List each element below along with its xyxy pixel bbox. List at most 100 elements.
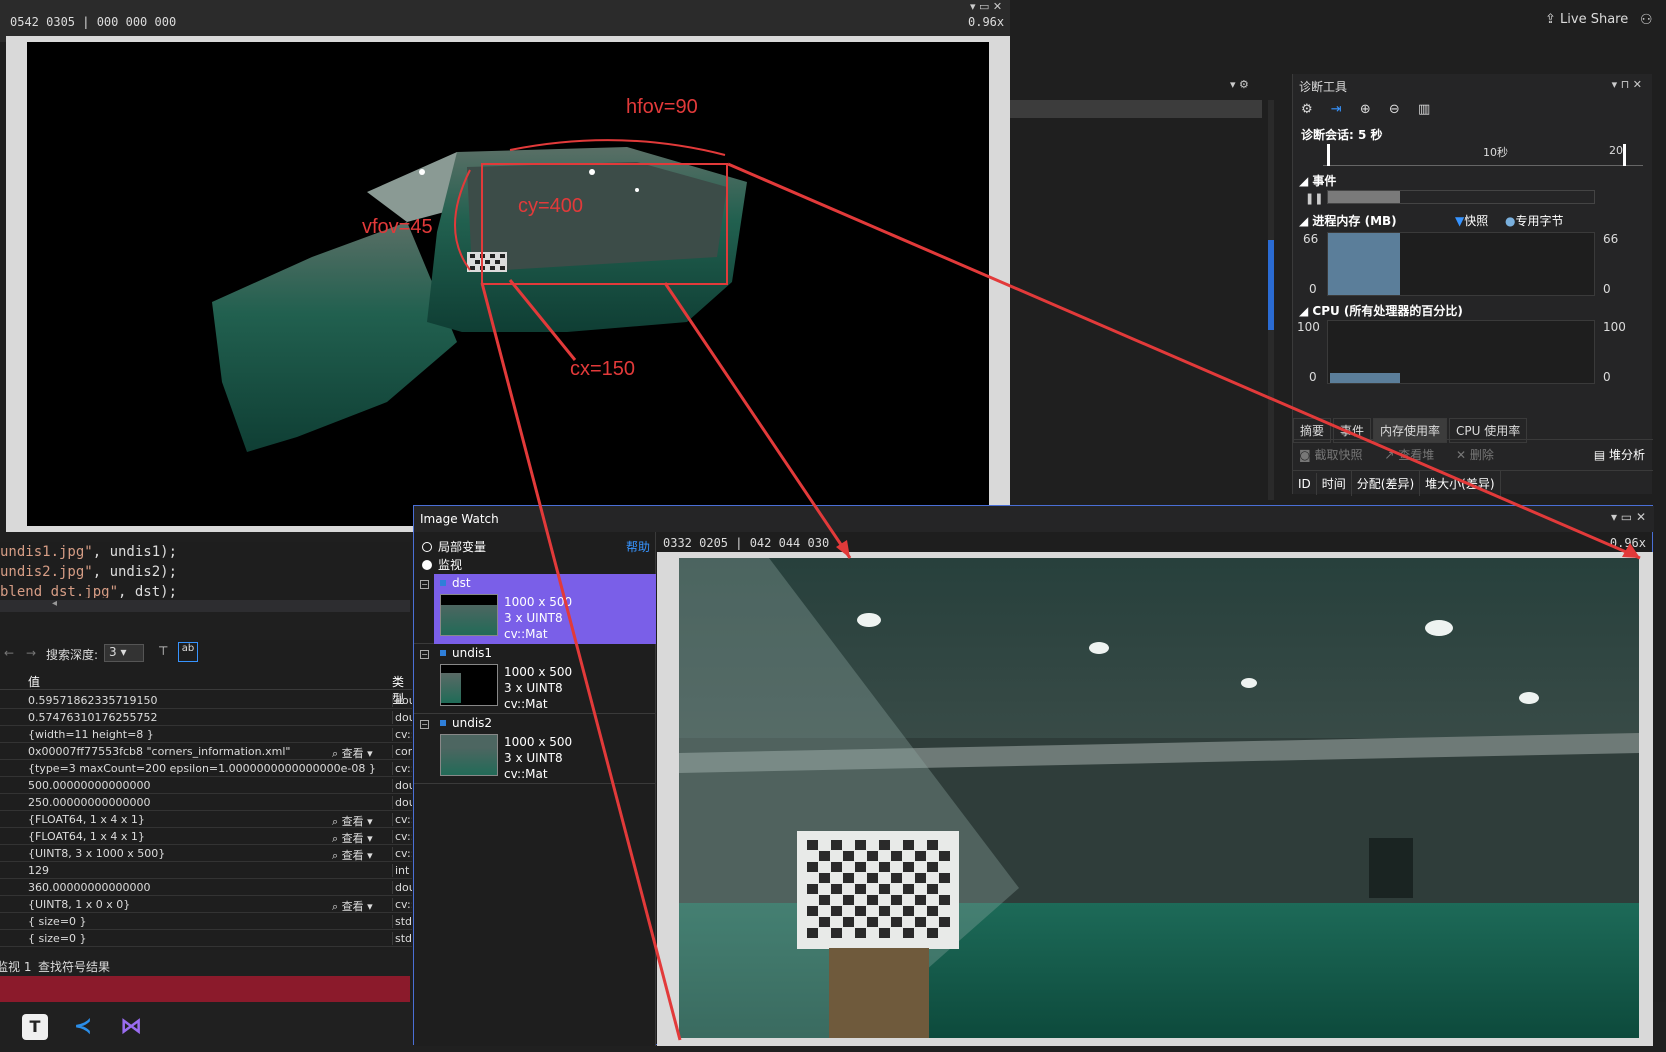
watch-row[interactable]: 0x00007ff77553fcb8 "corners_information.… xyxy=(0,743,412,760)
image-thumbnail xyxy=(440,734,498,776)
window-controls[interactable]: ▾ ▭ ✕ xyxy=(970,0,1002,13)
watch-row[interactable]: { size=0 } std: xyxy=(0,913,412,930)
events-track xyxy=(1327,190,1595,204)
watch-row[interactable]: {FLOAT64, 1 x 4 x 1} ⌕ 查看 ▾ cv::l xyxy=(0,828,412,845)
live-share-button[interactable]: ⇪ Live Share xyxy=(1545,12,1628,27)
tab-cpu[interactable]: CPU 使用率 xyxy=(1449,418,1528,443)
memory-graph[interactable] xyxy=(1327,232,1595,296)
cpu-graph[interactable] xyxy=(1327,320,1595,384)
nav-forward-icon[interactable]: → xyxy=(26,646,36,660)
pause-icon[interactable]: ❚❚ xyxy=(1305,192,1323,205)
image-item-undis1[interactable]: − undis1 1000 x 500 3 x UINT8 cv::Mat xyxy=(414,644,656,714)
radio-locals[interactable]: 局部变量 xyxy=(422,538,486,555)
help-link[interactable]: 帮助 xyxy=(626,538,650,555)
properties-bar[interactable] xyxy=(1010,100,1262,118)
checker-square xyxy=(927,862,938,872)
typora-icon[interactable]: T xyxy=(22,1014,48,1040)
watch-value: 250.00000000000000 xyxy=(28,796,151,809)
visualizer-button[interactable]: ⌕ 查看 ▾ xyxy=(332,745,373,761)
watch-row[interactable]: {UINT8, 3 x 1000 x 500} ⌕ 查看 ▾ cv::l xyxy=(0,845,412,862)
collapse-icon[interactable]: − xyxy=(420,720,429,729)
watch-row[interactable]: 0.57476310176255752 dou xyxy=(0,709,412,726)
checker-square xyxy=(855,884,866,894)
watch-row[interactable]: {width=11 height=8 } cv:: xyxy=(0,726,412,743)
visualizer-button[interactable]: ⌕ 查看 ▾ xyxy=(332,830,373,846)
panel-controls[interactable]: ▾ ⊓ ✕ xyxy=(1612,78,1642,91)
events-section[interactable]: ◢ 事件 xyxy=(1299,172,1336,189)
zoom-in-icon[interactable]: ⊕ xyxy=(1360,102,1371,117)
checker-square xyxy=(891,895,902,905)
watch-row[interactable]: 360.00000000000000 dou xyxy=(0,879,412,896)
tab-summary[interactable]: 摘要 xyxy=(1293,418,1332,443)
cpu-section[interactable]: ◢ CPU (所有处理器的百分比) xyxy=(1299,302,1463,319)
visualizer-button[interactable]: ⌕ 查看 ▾ xyxy=(332,847,373,863)
checker-square xyxy=(831,884,842,894)
axis-label: 100 xyxy=(1297,320,1320,334)
column-value[interactable]: 值 xyxy=(28,673,40,690)
watch-row[interactable]: {UINT8, 1 x 0 x 0} ⌕ 查看 ▾ cv::l xyxy=(0,896,412,913)
status-bar xyxy=(0,976,410,1002)
vscode-icon[interactable]: ≺ xyxy=(70,1014,96,1040)
watch-type: dou xyxy=(392,779,412,792)
tab-watch1[interactable]: 监视 1 xyxy=(0,958,31,975)
checker-square xyxy=(807,862,818,872)
nav-back-icon[interactable]: ← xyxy=(4,646,14,660)
window-controls[interactable]: ▾ ▭ ✕ xyxy=(1611,510,1646,524)
tab-events[interactable]: 事件 xyxy=(1333,418,1372,443)
checker-square xyxy=(879,862,890,872)
panel-options-icon[interactable]: ▾ ⚙ xyxy=(1230,78,1249,91)
window-title: Image Watch xyxy=(420,512,499,526)
tab-memory[interactable]: 内存使用率 xyxy=(1373,418,1448,443)
image-item-dst[interactable]: − dst 1000 x 500 3 x UINT8 cv::Mat xyxy=(414,574,656,644)
checker-square xyxy=(915,917,926,927)
depth-select[interactable]: 3 ▾ xyxy=(104,644,144,662)
watch-row[interactable]: 250.00000000000000 dou xyxy=(0,794,412,811)
panel-title: 诊断工具 xyxy=(1299,80,1348,94)
code-hscrollbar[interactable]: ◂ xyxy=(0,598,410,612)
memory-section[interactable]: ◢ 进程内存 (MB) xyxy=(1299,212,1397,229)
account-icon[interactable]: ⚇ xyxy=(1640,12,1653,28)
view-heap-button[interactable]: ↗ 查看堆 xyxy=(1384,448,1434,462)
code-editor[interactable]: undis1.jpg", undis1); undis2.jpg", undis… xyxy=(0,542,410,600)
delete-button[interactable]: ✕ 删除 xyxy=(1456,448,1494,462)
settings-icon[interactable]: ⚙ xyxy=(1301,102,1313,117)
watch-row[interactable]: 129 int xyxy=(0,862,412,879)
column-heap[interactable]: 堆大小(差异) xyxy=(1420,471,1501,496)
watch-row[interactable]: {FLOAT64, 1 x 4 x 1} ⌕ 查看 ▾ cv::l xyxy=(0,811,412,828)
heap-analysis-button[interactable]: ▤ 堆分析 xyxy=(1594,446,1645,463)
column-time[interactable]: 时间 xyxy=(1317,471,1352,496)
collapse-icon[interactable]: − xyxy=(420,580,429,589)
visualizer-button[interactable]: ⌕ 查看 ▾ xyxy=(332,813,373,829)
watch-row[interactable]: 0.59571862335719150 dou xyxy=(0,692,412,709)
watch-row[interactable]: 500.00000000000000 dou xyxy=(0,777,412,794)
column-id[interactable]: ID xyxy=(1293,473,1317,495)
filter-icon[interactable]: ab xyxy=(178,642,198,662)
radio-watch[interactable]: 监视 xyxy=(422,556,462,573)
visualizer-button[interactable]: ⌕ 查看 ▾ xyxy=(332,898,373,914)
snapshot-button[interactable]: ◙ 截取快照 xyxy=(1299,448,1362,462)
axis-label: 0 xyxy=(1309,282,1317,296)
visual-studio-icon[interactable]: ⋈ xyxy=(118,1014,144,1040)
checker-square xyxy=(891,851,902,861)
chart-icon[interactable]: ▥ xyxy=(1418,102,1430,117)
collapse-icon[interactable]: − xyxy=(420,650,429,659)
timeline-ruler[interactable]: 10秒 20 xyxy=(1323,144,1643,166)
watch-type: cv:: xyxy=(392,728,412,741)
timeline-label: 20 xyxy=(1609,144,1623,157)
tab-find-symbol[interactable]: 查找符号结果 xyxy=(38,958,110,975)
watch-row[interactable]: { size=0 } std: xyxy=(0,930,412,947)
pixel-coords: 0542 0305 | 000 000 000 xyxy=(10,15,177,29)
session-duration: 诊断会话: 5 秒 xyxy=(1301,128,1383,142)
export-icon[interactable]: ⇥ xyxy=(1331,102,1342,117)
dst-image-view[interactable] xyxy=(679,558,1639,1038)
panorama-canvas[interactable] xyxy=(27,42,989,526)
checker-square xyxy=(891,917,902,927)
pin-icon[interactable]: ⊤ xyxy=(158,644,168,658)
watch-row[interactable]: {type=3 maxCount=200 epsilon=1.000000000… xyxy=(0,760,412,777)
scroll-left-icon[interactable]: ◂ xyxy=(52,598,57,609)
watch-value: 360.00000000000000 xyxy=(28,881,151,894)
image-item-undis2[interactable]: − undis2 1000 x 500 3 x UINT8 cv::Mat xyxy=(414,714,656,784)
watch-type: int xyxy=(392,864,412,877)
column-alloc[interactable]: 分配(差异) xyxy=(1352,471,1421,496)
zoom-out-icon[interactable]: ⊖ xyxy=(1389,102,1400,117)
